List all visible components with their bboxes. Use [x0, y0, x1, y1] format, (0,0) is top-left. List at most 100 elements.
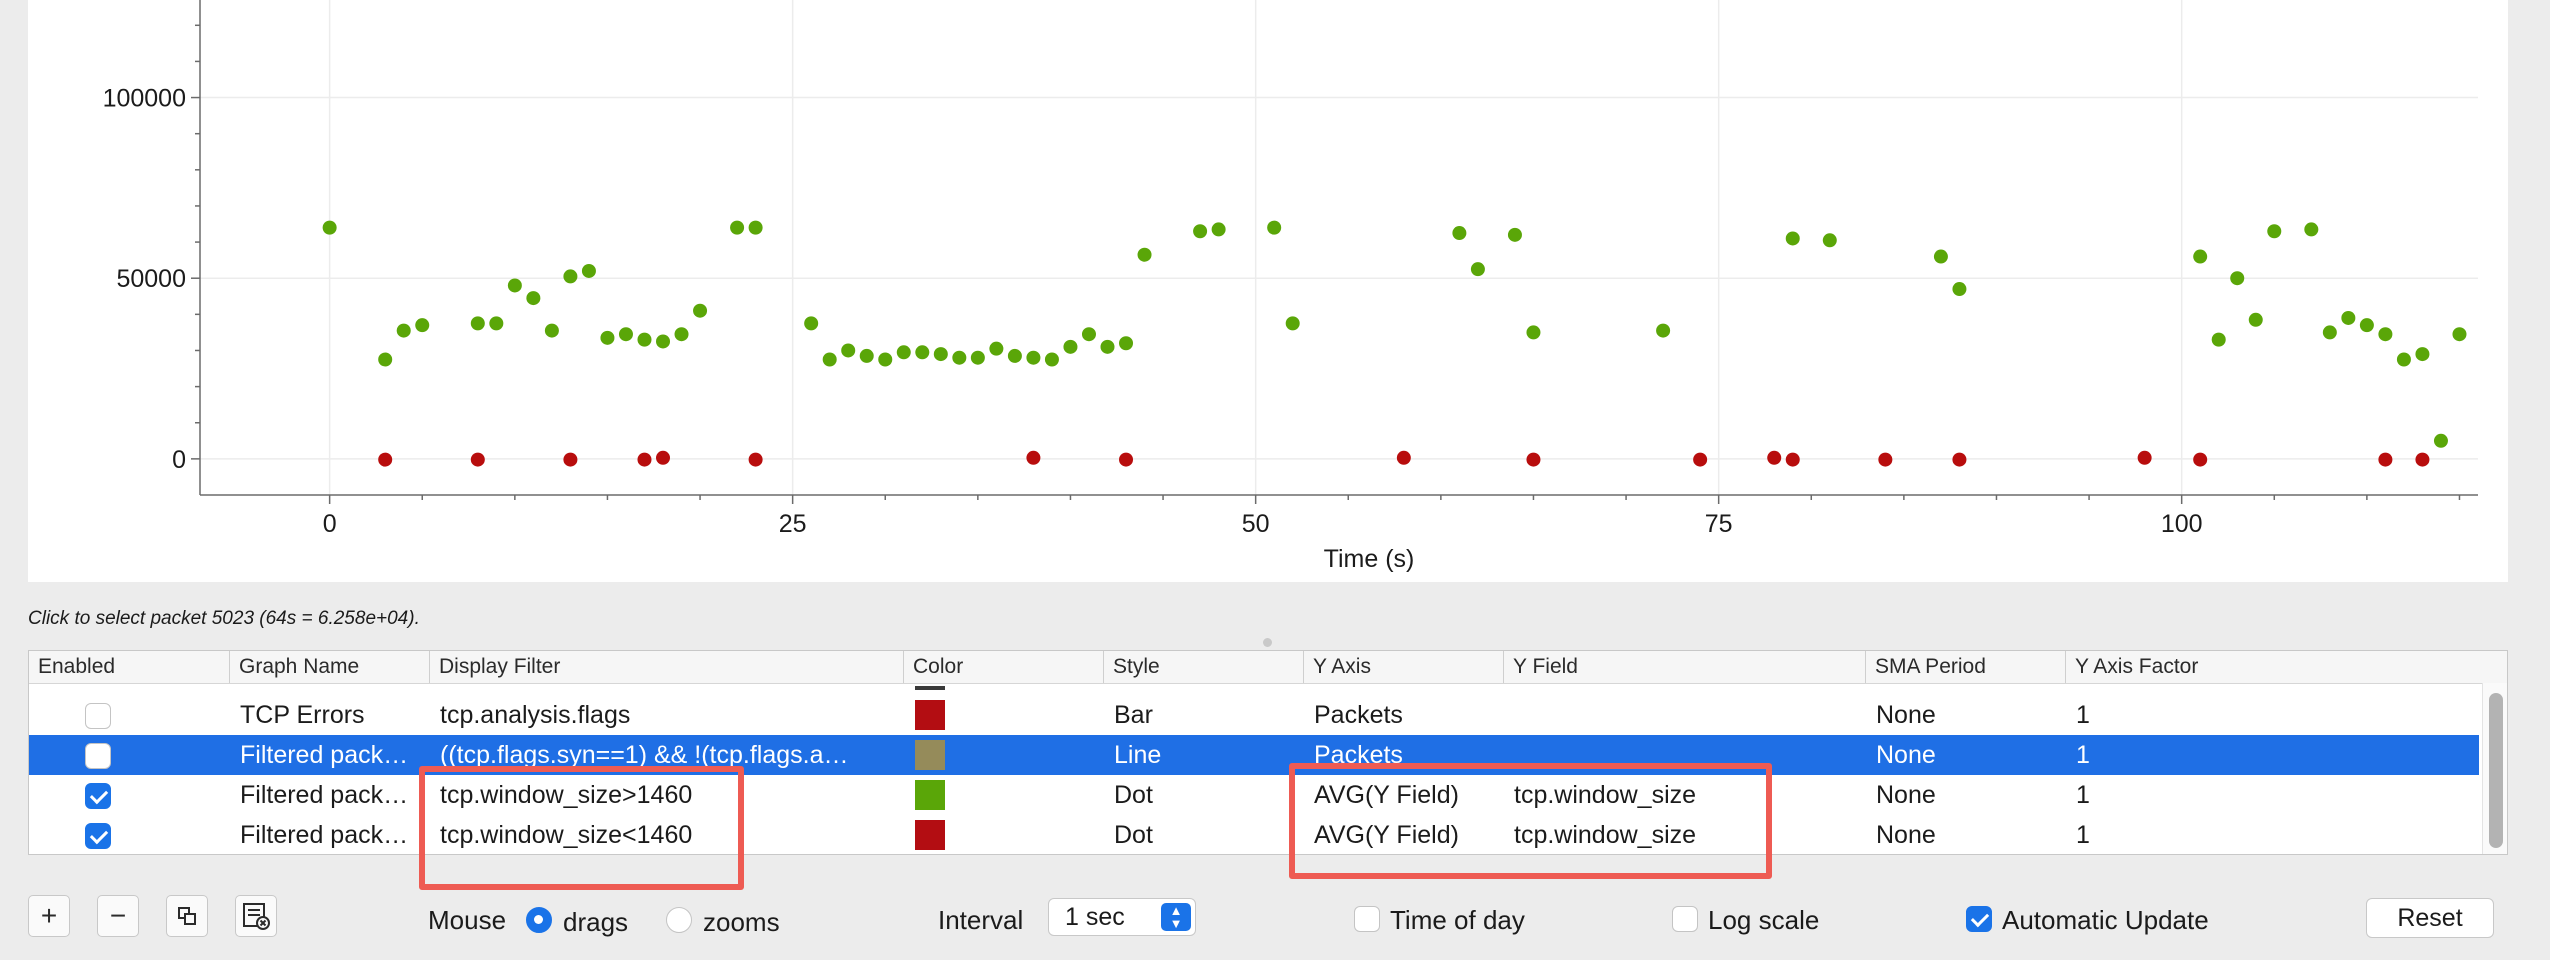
reset-button[interactable]: Reset	[2366, 898, 2494, 938]
col-y-axis-factor-header[interactable]: Y Axis Factor	[2065, 651, 2505, 683]
mouse-zooms-radio[interactable]	[666, 907, 692, 933]
data-point	[1470, 262, 1485, 277]
graph-name-cell[interactable]: Filtered pack…	[240, 735, 425, 775]
plus-icon: +	[40, 900, 58, 931]
mouse-drags-radio[interactable]	[526, 907, 552, 933]
log-scale-checkbox[interactable]	[1672, 906, 1698, 932]
table-row[interactable]: Filtered pack… tcp.window_size>1460 Dot …	[29, 775, 2479, 815]
data-point	[1044, 352, 1059, 367]
y-field-cell[interactable]	[1514, 735, 1859, 775]
minus-icon: −	[109, 900, 127, 931]
data-point	[1007, 348, 1022, 363]
col-color-header[interactable]: Color	[903, 651, 1103, 683]
y-axis-factor-cell[interactable]: 1	[2076, 695, 2261, 735]
data-point	[2230, 271, 2245, 286]
io-graph-chart[interactable]: 0 25 50 75 100 0 50000 100000 Time (s)	[28, 0, 2508, 582]
data-point	[2322, 325, 2337, 340]
col-y-axis-header[interactable]: Y Axis	[1303, 651, 1503, 683]
copy-graph-button[interactable]	[166, 895, 208, 937]
enabled-checkbox[interactable]	[85, 823, 111, 849]
y-field-cell[interactable]: tcp.window_size	[1514, 815, 1859, 854]
data-point	[1785, 231, 1800, 246]
col-display-filter-header[interactable]: Display Filter	[429, 651, 903, 683]
style-cell[interactable]: Dot	[1114, 775, 1299, 815]
status-hint: Click to select packet 5023 (64s = 6.258…	[28, 608, 420, 629]
mouse-zooms-label[interactable]: zooms	[703, 907, 780, 938]
mouse-drags-label[interactable]: drags	[563, 907, 628, 938]
data-point	[2193, 452, 2208, 467]
y-axis-cell[interactable]: AVG(Y Field)	[1314, 775, 1499, 815]
table-row-selected[interactable]: Filtered pack… ((tcp.flags.syn==1) && !(…	[29, 735, 2479, 775]
sma-period-cell[interactable]: None	[1876, 815, 2061, 854]
display-filter-cell[interactable]: tcp.analysis.flags	[440, 695, 900, 735]
x-tick-label: 75	[1705, 510, 1733, 538]
data-point	[563, 452, 578, 467]
style-cell[interactable]: Bar	[1114, 695, 1299, 735]
col-sma-period-header[interactable]: SMA Period	[1865, 651, 2065, 683]
color-swatch[interactable]	[915, 820, 945, 850]
y-axis-factor-cell[interactable]: 1	[2076, 735, 2261, 775]
y-field-cell[interactable]: tcp.window_size	[1514, 775, 1859, 815]
graph-name-cell[interactable]: Filtered pack…	[240, 775, 425, 815]
style-cell[interactable]: Line	[1114, 735, 1299, 775]
col-style-header[interactable]: Style	[1103, 651, 1303, 683]
data-point	[470, 316, 485, 331]
y-axis-cell[interactable]: AVG(Y Field)	[1314, 815, 1499, 854]
data-point	[804, 316, 819, 331]
data-point	[637, 452, 652, 467]
data-point	[1656, 323, 1671, 338]
style-cell[interactable]: Dot	[1114, 815, 1299, 854]
display-filter-cell[interactable]: ((tcp.flags.syn==1) && !(tcp.flags.a…	[440, 735, 900, 775]
add-graph-button[interactable]: +	[28, 895, 70, 937]
y-axis-factor-cell[interactable]: 1	[2076, 815, 2261, 854]
automatic-update-label[interactable]: Automatic Update	[2002, 905, 2209, 936]
chevron-up-down-icon: ▲ ▼	[1161, 903, 1191, 931]
table-scrollbar-thumb[interactable]	[2489, 693, 2503, 848]
color-swatch[interactable]	[915, 740, 945, 770]
y-axis-cell[interactable]: Packets	[1314, 735, 1499, 775]
y-axis-factor-cell[interactable]: 1	[2076, 775, 2261, 815]
table-row[interactable]: TCP Errors tcp.analysis.flags Bar Packet…	[29, 695, 2479, 735]
col-enabled-header[interactable]: Enabled	[29, 651, 229, 683]
interval-label: Interval	[938, 905, 1024, 935]
color-swatch[interactable]	[915, 780, 945, 810]
graph-name-cell[interactable]: Filtered pack…	[240, 815, 425, 854]
data-point	[878, 352, 893, 367]
enabled-checkbox[interactable]	[85, 783, 111, 809]
data-point	[618, 327, 633, 342]
data-point	[489, 316, 504, 331]
y-tick-label: 0	[172, 446, 186, 474]
automatic-update-checkbox[interactable]	[1966, 906, 1992, 932]
y-axis-cell[interactable]: Packets	[1314, 695, 1499, 735]
remove-graph-button[interactable]: −	[97, 895, 139, 937]
data-point	[1285, 316, 1300, 331]
enabled-checkbox[interactable]	[85, 743, 111, 769]
data-point	[915, 345, 930, 360]
time-of-day-checkbox[interactable]	[1354, 906, 1380, 932]
table-row[interactable]: Filtered pack… tcp.window_size<1460 Dot …	[29, 815, 2479, 854]
graph-name-cell[interactable]: TCP Errors	[240, 695, 425, 735]
col-graph-name-header[interactable]: Graph Name	[229, 651, 429, 683]
data-point	[1526, 452, 1541, 467]
col-y-field-header[interactable]: Y Field	[1503, 651, 1865, 683]
display-filter-cell[interactable]: tcp.window_size<1460	[440, 815, 900, 854]
color-swatch[interactable]	[915, 700, 945, 730]
interval-select[interactable]: 1 sec ▲ ▼	[1048, 898, 1196, 936]
x-tick-label: 50	[1242, 510, 1270, 538]
data-point	[1081, 327, 1096, 342]
enabled-checkbox[interactable]	[85, 703, 111, 729]
y-field-cell[interactable]	[1514, 695, 1859, 735]
splitter-handle[interactable]	[1263, 638, 1272, 647]
display-filter-cell[interactable]: tcp.window_size>1460	[440, 775, 900, 815]
sma-period-cell[interactable]: None	[1876, 695, 2061, 735]
log-scale-label[interactable]: Log scale	[1708, 905, 1819, 936]
graph-table[interactable]: Enabled Graph Name Display Filter Color …	[28, 650, 2508, 855]
clear-graphs-button[interactable]	[235, 895, 277, 937]
io-graph-plot-area[interactable]: 0 25 50 75 100 0 50000 100000 Time (s)	[28, 0, 2508, 582]
data-point	[563, 269, 578, 284]
data-point	[2304, 222, 2319, 237]
sma-period-cell[interactable]: None	[1876, 775, 2061, 815]
data-point	[507, 278, 522, 293]
sma-period-cell[interactable]: None	[1876, 735, 2061, 775]
time-of-day-label[interactable]: Time of day	[1390, 905, 1525, 936]
